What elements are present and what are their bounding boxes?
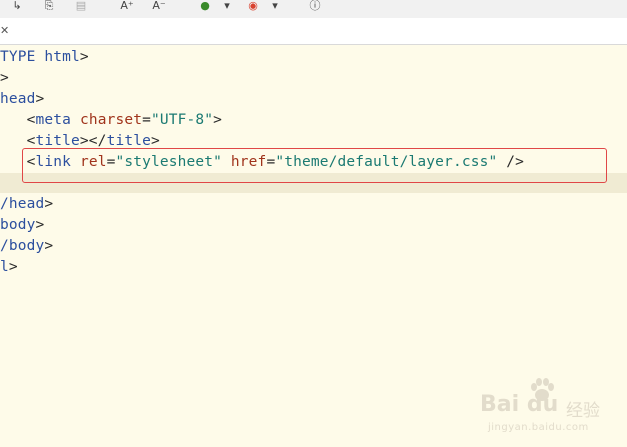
code-token: TYPE html <box>0 49 80 65</box>
code-line[interactable]: l> <box>0 257 18 278</box>
code-token: "UTF-8" <box>151 112 214 128</box>
watermark-text: 经验 <box>566 401 600 421</box>
step-into-icon[interactable]: ↳ <box>10 0 24 14</box>
code-token: /body <box>0 238 45 254</box>
code-line[interactable]: head> <box>0 89 44 110</box>
code-token: > <box>0 70 9 86</box>
code-token: > <box>8 259 18 275</box>
code-token: /head <box>0 196 45 212</box>
code-token: > <box>44 238 54 254</box>
code-line[interactable]: TYPE html> <box>0 47 89 68</box>
close-icon[interactable]: ✕ <box>0 25 10 37</box>
chrome-icon[interactable]: ◉ <box>246 0 260 14</box>
code-token: ></ <box>79 133 107 149</box>
code-token: < <box>26 133 36 149</box>
code-line[interactable]: /body> <box>0 236 53 257</box>
code-token: > <box>35 217 45 233</box>
code-line[interactable]: > <box>0 68 9 89</box>
decrease-font-icon[interactable]: A⁻ <box>150 0 168 14</box>
code-line[interactable]: <meta charset="UTF-8"> <box>27 110 222 131</box>
info-icon[interactable]: ⓘ <box>308 0 322 14</box>
code-token: > <box>79 49 89 65</box>
code-token: head <box>0 91 36 107</box>
code-token: meta <box>35 112 72 128</box>
watermark-url: jingyan.baidu.com <box>488 422 589 433</box>
code-token: = <box>142 112 151 128</box>
code-token: title <box>106 133 151 149</box>
increase-font-icon[interactable]: A⁺ <box>118 0 136 14</box>
code-token: charset <box>79 112 143 128</box>
save-icon[interactable]: ⎘ <box>42 0 56 14</box>
document-icon[interactable]: ▤ <box>74 0 88 14</box>
code-token: l <box>0 259 9 275</box>
code-token: > <box>44 196 54 212</box>
code-line[interactable]: body> <box>0 215 44 236</box>
watermark-logo: Bai du <box>480 392 559 417</box>
dropdown-arrow-icon-2[interactable]: ▾ <box>270 0 280 14</box>
editor-tab-strip: ✕ <box>0 18 627 45</box>
code-line[interactable]: /head> <box>0 194 53 215</box>
code-token: > <box>150 133 160 149</box>
dropdown-arrow-icon[interactable]: ▾ <box>222 0 232 14</box>
code-token: > <box>213 112 223 128</box>
watermark: Bai du 经验 jingyan.baidu.com <box>480 378 620 438</box>
code-token: > <box>35 91 45 107</box>
code-token: title <box>35 133 80 149</box>
code-token: body <box>0 217 36 233</box>
annotation-box <box>22 148 607 183</box>
code-token: < <box>26 112 36 128</box>
run-icon[interactable]: ● <box>198 0 212 14</box>
toolbar: ↳ ⎘ ▤ A⁺ A⁻ ● ▾ ◉ ▾ ⓘ <box>0 0 627 18</box>
